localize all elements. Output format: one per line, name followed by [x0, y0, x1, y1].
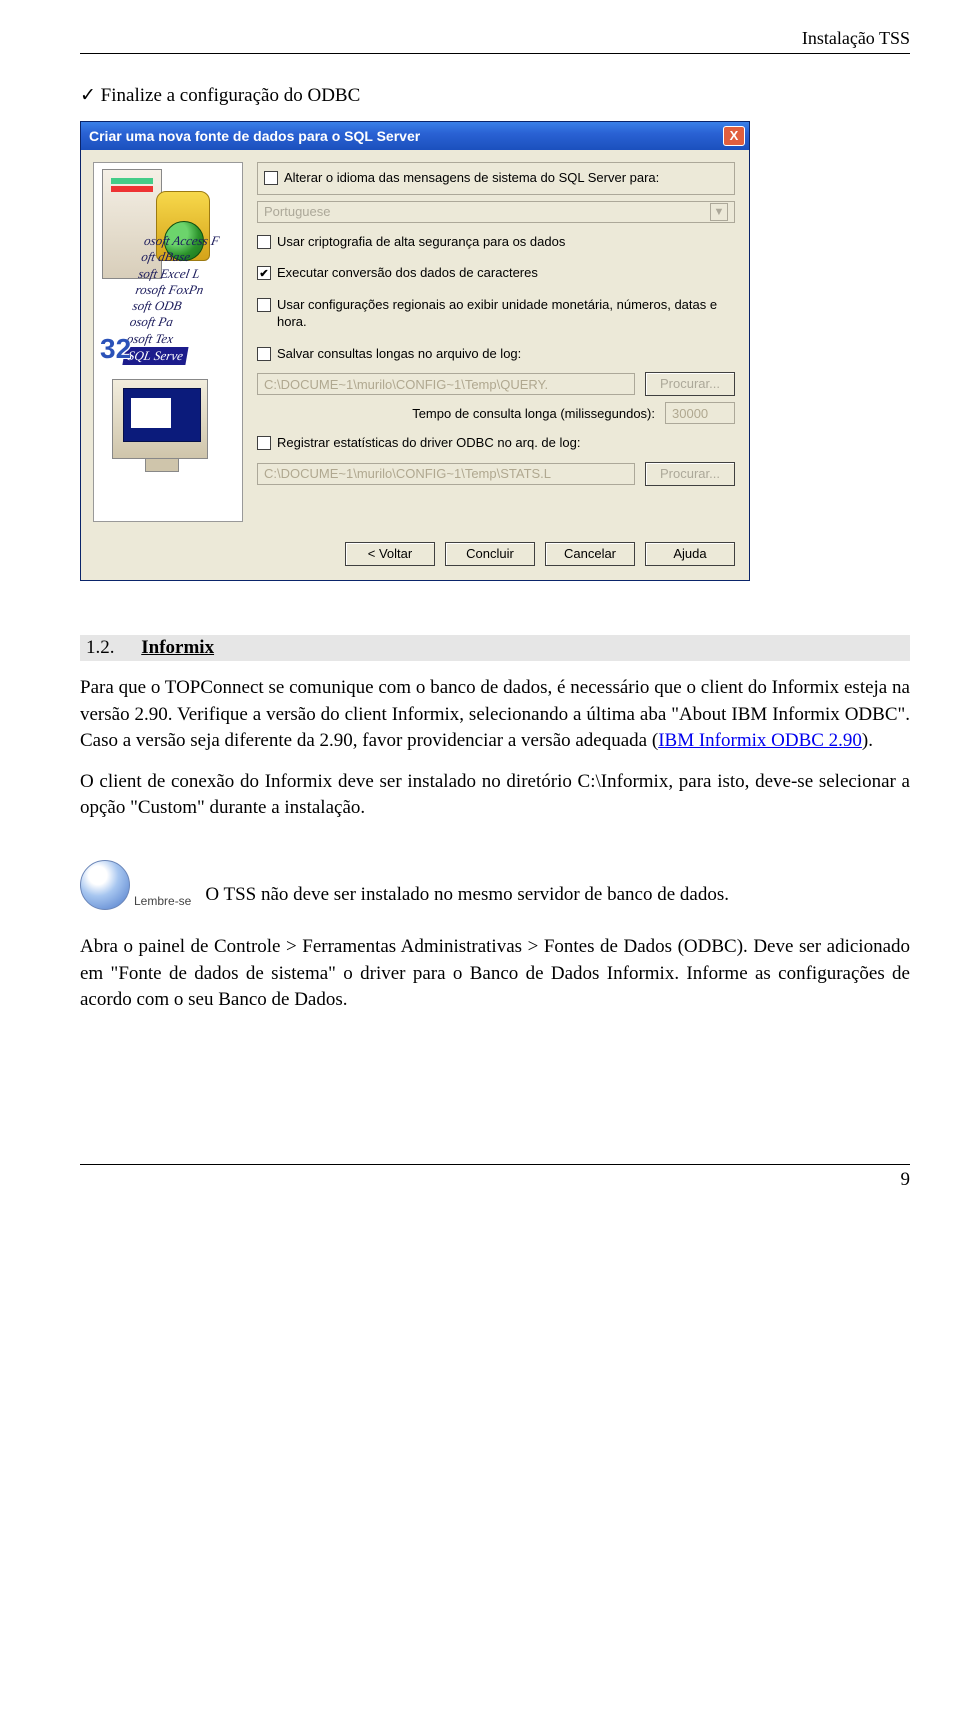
label-criptografia: Usar criptografia de alta segurança para… [277, 233, 565, 251]
page-number: 9 [901, 1169, 911, 1190]
label-regionais: Usar configurações regionais ao exibir u… [277, 296, 735, 331]
back-button[interactable]: < Voltar [345, 542, 435, 566]
label-conversao: Executar conversão dos dados de caracter… [277, 264, 538, 282]
stats-log-path[interactable]: C:\DOCUME~1\murilo\CONFIG~1\Temp\STATS.L [257, 463, 635, 485]
reminder-icon [80, 860, 130, 910]
label-alterar-idioma: Alterar o idioma das mensagens de sistem… [284, 169, 659, 187]
label-tempo: Tempo de consulta longa (milissegundos): [412, 406, 655, 421]
checkbox-salvar-log[interactable] [257, 347, 271, 361]
checkbox-conversao[interactable]: ✔ [257, 266, 271, 280]
dialog-illustration: osoft Access F oft dBase soft Excel L ro… [93, 162, 243, 522]
paragraph-1: Para que o TOPConnect se comunique com o… [80, 675, 910, 755]
paragraph-2: O client de conexão do Informix deve ser… [80, 769, 910, 822]
help-button[interactable]: Ajuda [645, 542, 735, 566]
driver-list-graphic: osoft Access F oft dBase soft Excel L ro… [122, 233, 255, 365]
checklist-text: Finalize a configuração do ODBC [101, 85, 361, 106]
checkbox-registrar-stats[interactable] [257, 436, 271, 450]
odbc-dialog: Criar uma nova fonte de dados para o SQL… [80, 121, 750, 581]
language-value: Portuguese [264, 204, 331, 219]
group-language: Alterar o idioma das mensagens de sistem… [257, 162, 735, 195]
cancel-button[interactable]: Cancelar [545, 542, 635, 566]
browse-stats-button[interactable]: Procurar... [645, 462, 735, 486]
section-title: Informix [141, 637, 214, 658]
page-header: Instalação TSS [80, 0, 910, 54]
monitor-icon [112, 379, 208, 459]
checkbox-alterar-idioma[interactable] [264, 171, 278, 185]
browse-query-button[interactable]: Procurar... [645, 372, 735, 396]
paragraph-3: Abra o painel de Controle > Ferramentas … [80, 934, 910, 1014]
finish-button[interactable]: Concluir [445, 542, 535, 566]
tempo-input[interactable]: 30000 [665, 402, 735, 424]
page-footer: 9 [80, 1164, 910, 1191]
close-button[interactable]: X [723, 126, 745, 146]
check-icon: ✓ [80, 85, 96, 106]
badge-32: 32 [100, 333, 131, 365]
query-log-path[interactable]: C:\DOCUME~1\murilo\CONFIG~1\Temp\QUERY. [257, 373, 635, 395]
language-select[interactable]: Portuguese ▼ [257, 201, 735, 223]
checkbox-criptografia[interactable] [257, 235, 271, 249]
reminder-text: O TSS não deve ser instalado no mesmo se… [205, 884, 729, 910]
dialog-footer: < Voltar Concluir Cancelar Ajuda [81, 532, 749, 580]
section-number: 1.2. [86, 637, 115, 658]
dialog-title: Criar uma nova fonte de dados para o SQL… [89, 128, 420, 144]
dialog-titlebar: Criar uma nova fonte de dados para o SQL… [81, 122, 749, 150]
informix-download-link[interactable]: IBM Informix ODBC 2.90 [658, 730, 862, 751]
checkbox-regionais[interactable] [257, 298, 271, 312]
section-heading: 1.2. Informix [80, 635, 910, 661]
label-salvar-log: Salvar consultas longas no arquivo de lo… [277, 345, 521, 363]
checklist-item: ✓ Finalize a configuração do ODBC [80, 84, 910, 107]
reminder-label: Lembre-se [134, 894, 191, 910]
chevron-down-icon: ▼ [710, 203, 728, 221]
label-registrar-stats: Registrar estatísticas do driver ODBC no… [277, 434, 580, 452]
